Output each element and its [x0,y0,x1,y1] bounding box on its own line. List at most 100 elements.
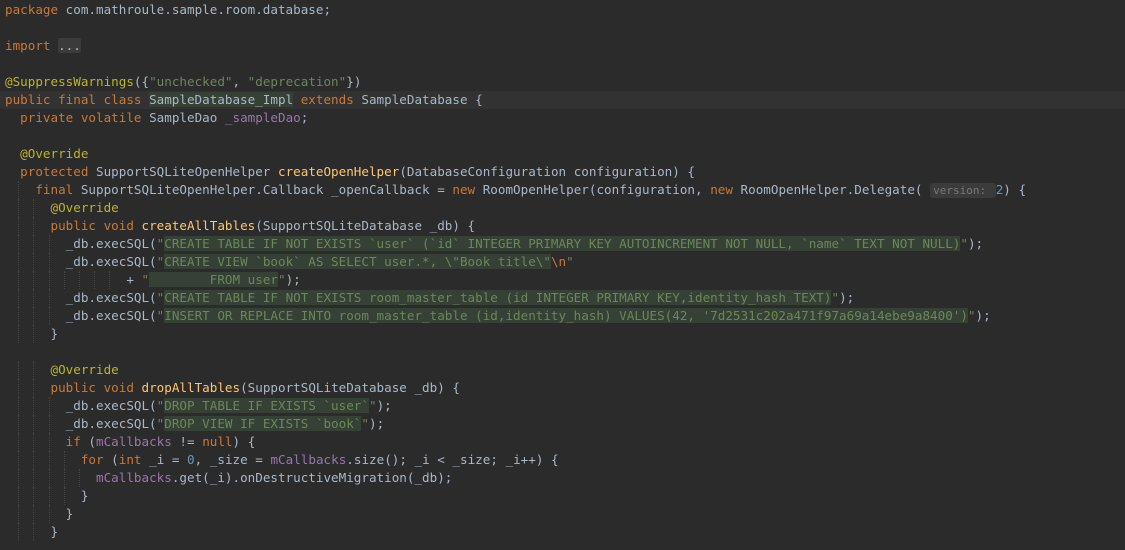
folded-imports[interactable]: ... [58,38,81,53]
string: " [368,398,377,413]
keyword: public final class [5,92,150,107]
keyword: private volatile [20,110,150,125]
code-line[interactable]: } [0,325,1125,343]
code-content: _db.execSQL("DROP TABLE IF EXISTS `user`… [5,397,392,415]
field: mCallbacks [96,434,172,449]
keyword: null [202,434,233,449]
code-line[interactable]: public void createAllTables(SupportSQLit… [0,217,1125,235]
sql-string: INSERT OR REPLACE INTO room_master_table… [164,308,968,323]
code-line[interactable] [0,127,1125,145]
code-line[interactable]: _db.execSQL(" CREATE VIEW `book` AS SELEC… [0,253,1125,271]
code-line[interactable]: _db.execSQL("CREATE TABLE IF NOT EXISTS … [0,289,1125,307]
code-content: public void dropAllTables(SupportSQLiteD… [5,379,460,397]
code-text: ); [839,290,855,305]
keyword: public void [50,380,142,395]
code-content: _db.execSQL("CREATE TABLE IF NOT EXISTS … [5,289,854,307]
sql-string: DROP TABLE IF EXISTS `user` [164,398,369,413]
keyword: final [35,182,81,197]
code-line[interactable]: @Override [0,361,1125,379]
field: mCallbacks [270,452,347,467]
code-content: @Override [5,361,119,379]
code-line[interactable] [0,55,1125,73]
code-line[interactable]: } [0,487,1125,505]
code-line[interactable]: for (int _i = 0, _size = mCallbacks.size… [0,451,1125,469]
code-text: _db.execSQL( [5,416,157,431]
sql-string: DROP VIEW IF EXISTS `book` [164,416,362,431]
keyword: new [452,182,483,197]
code-line[interactable] [0,343,1125,361]
code-text: RoomOpenHelper(configuration, [482,182,711,197]
code-text: } [5,506,74,521]
code-line[interactable]: public void dropAllTables(SupportSQLiteD… [0,379,1125,397]
method-name: createAllTables [141,218,256,233]
keyword: for [80,452,112,467]
code-text: .get(_i).onDestructiveMigration(_db); [171,470,453,485]
keyword: public void [50,218,142,233]
keyword: extends [300,92,362,107]
code-line[interactable]: _db.execSQL("INSERT OR REPLACE INTO room… [0,307,1125,325]
code-text: (DatabaseConfiguration configuration) { [399,164,696,179]
string: "deprecation" [247,74,347,89]
code-line[interactable]: @Override [0,199,1125,217]
code-line[interactable]: + " FROM user"); [0,271,1125,289]
number: 0 [187,452,195,467]
code-line[interactable]: } [0,505,1125,523]
code-line[interactable]: package com.mathroule.sample.room.databa… [0,1,1125,19]
code-text: } [5,326,59,341]
code-line[interactable]: } [0,523,1125,541]
keyword: package [5,2,66,17]
annotation: @Override [50,200,119,215]
code-line[interactable]: _db.execSQL("DROP VIEW IF EXISTS `book`"… [0,415,1125,433]
code-text: ); [368,416,385,431]
code-line[interactable]: protected SupportSQLiteOpenHelper create… [0,163,1125,181]
code-line[interactable]: @SuppressWarnings({"unchecked", "depreca… [0,73,1125,91]
code-line[interactable]: @Override [0,145,1125,163]
code-text: SupportSQLiteOpenHelper [96,164,278,179]
code-text: ); [967,236,984,251]
code-text: .size(); _i < _size; _i++) { [346,452,559,467]
code-text: ) { [1003,182,1027,197]
code-content: import ... [5,37,81,55]
code-line[interactable]: final SupportSQLiteOpenHelper.Callback _… [0,181,1125,199]
sql-string: CREATE TABLE IF NOT EXISTS `user` (`id` … [164,236,961,251]
code-content: } [5,487,89,505]
code-line[interactable] [0,19,1125,37]
string: " [831,290,840,305]
code-text: ); [285,272,301,287]
sql-string: FROM user [149,272,278,287]
code-text: ); [975,308,991,323]
code-text: ; [300,110,309,125]
sql-string: CREATE VIEW `book` AS SELECT user.*, \"B… [164,254,551,269]
code-text: _i = [149,452,188,467]
code-content: public final class SampleDatabase_Impl e… [5,91,483,109]
code-content: _db.execSQL("CREATE TABLE IF NOT EXISTS … [5,235,983,253]
code-content: @Override [5,145,88,163]
keyword: import [5,38,59,53]
field: mCallbacks [96,470,172,485]
code-line[interactable]: _db.execSQL("DROP TABLE IF EXISTS `user`… [0,397,1125,415]
code-line[interactable]: private volatile SampleDao _sampleDao; [0,109,1125,127]
field: _sampleDao [224,110,301,125]
code-text: _db.execSQL( [5,254,157,269]
code-line[interactable]: mCallbacks.get(_i).onDestructiveMigratio… [0,469,1125,487]
annotation: @SuppressWarnings [5,74,134,89]
code-content: _db.execSQL(" CREATE VIEW `book` AS SELEC… [5,253,574,271]
code-line[interactable]: import ... [0,37,1125,55]
keyword: protected [20,164,96,179]
sql-string: CREATE TABLE IF NOT EXISTS room_master_t… [164,290,832,305]
code-line[interactable]: public final class SampleDatabase_Impl e… [0,91,1125,109]
annotation: @Override [20,146,89,161]
code-line[interactable]: _db.execSQL("CREATE TABLE IF NOT EXISTS … [0,235,1125,253]
code-editor[interactable]: package com.mathroule.sample.room.databa… [0,0,1125,550]
keyword: new [710,182,741,197]
code-line[interactable]: if (mCallbacks != null) { [0,433,1125,451]
